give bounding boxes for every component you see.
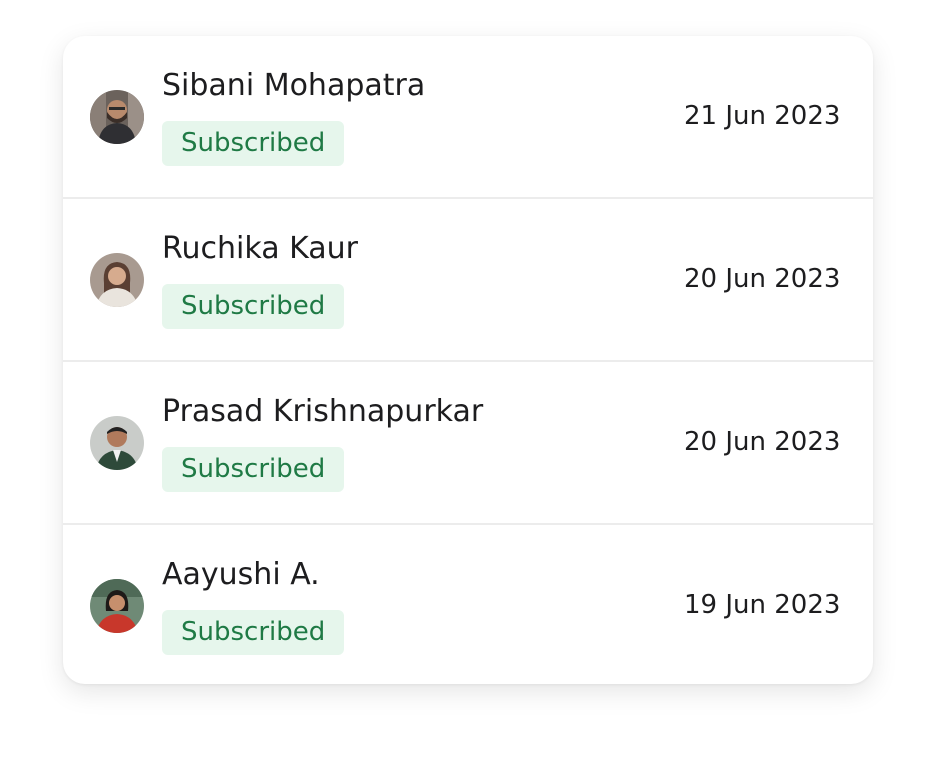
- subscriber-row[interactable]: Sibani Mohapatra Subscribed 21 Jun 2023: [63, 36, 873, 199]
- subscribed-date: 21 Jun 2023: [684, 101, 841, 131]
- status-badge: Subscribed: [162, 447, 345, 492]
- avatar: [90, 416, 144, 470]
- status-badge: Subscribed: [162, 284, 345, 329]
- subscriber-name: Prasad Krishnapurkar: [162, 394, 484, 429]
- subscribers-card: Sibani Mohapatra Subscribed 21 Jun 2023 …: [63, 36, 873, 684]
- subscriber-name: Ruchika Kaur: [162, 231, 358, 266]
- status-badge: Subscribed: [162, 121, 345, 166]
- subscriber-name: Sibani Mohapatra: [162, 68, 426, 103]
- avatar: [90, 90, 144, 144]
- avatar: [90, 579, 144, 633]
- subscriber-row[interactable]: Prasad Krishnapurkar Subscribed 20 Jun 2…: [63, 362, 873, 525]
- subscriber-row[interactable]: Aayushi A. Subscribed 19 Jun 2023: [63, 525, 873, 684]
- avatar: [90, 253, 144, 307]
- status-badge: Subscribed: [162, 610, 345, 655]
- subscribed-date: 20 Jun 2023: [684, 264, 841, 294]
- subscriber-row[interactable]: Ruchika Kaur Subscribed 20 Jun 2023: [63, 199, 873, 362]
- subscriber-name: Aayushi A.: [162, 557, 320, 592]
- subscribed-date: 19 Jun 2023: [684, 590, 841, 620]
- subscribed-date: 20 Jun 2023: [684, 427, 841, 457]
